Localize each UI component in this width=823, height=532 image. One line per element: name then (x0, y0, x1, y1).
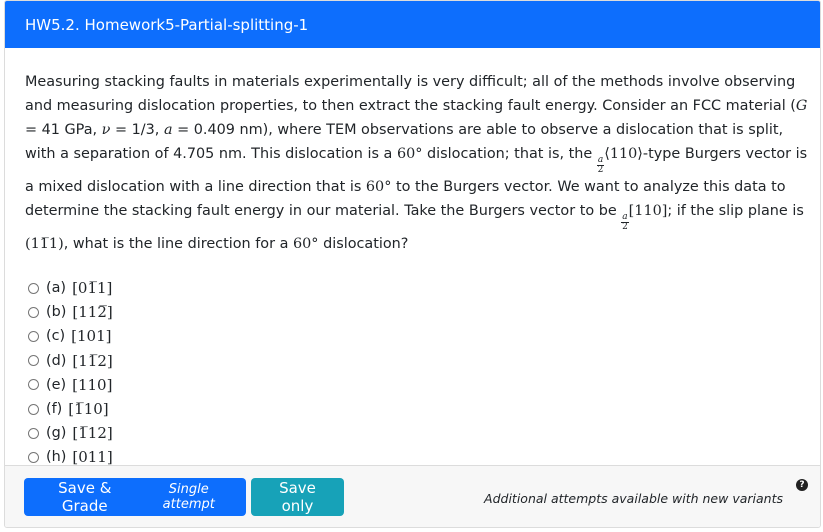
option-value: [011] (72, 448, 113, 467)
question-prompt: Measuring stacking faults in materials e… (25, 70, 810, 256)
lattice-parameter-symbol: a (163, 122, 173, 138)
radio-button[interactable] (28, 330, 39, 342)
slip-plane: (11̅1) (25, 236, 64, 252)
option-label: (d) (46, 352, 67, 369)
option-value: [1̅12] (72, 424, 113, 443)
help-icon[interactable]: ? (796, 479, 808, 491)
prompt-text: dislocation; that is, the (422, 146, 597, 162)
option-label: (e) (46, 376, 67, 393)
option-f[interactable]: (f) [1̅10] (25, 397, 800, 421)
radio-button[interactable] (28, 403, 39, 415)
save-only-label: Save only (279, 478, 316, 515)
fraction-a-over-2: a2 (621, 213, 629, 232)
question-card: HW5.2. Homework5-Partial-splitting-1 Mea… (4, 0, 821, 528)
prompt-text: Measuring stacking faults in materials e… (25, 74, 796, 114)
option-d[interactable]: (d) [11̅2] (25, 349, 800, 373)
prompt-text: , what is the line direction for a (63, 236, 293, 252)
radio-button[interactable] (28, 427, 39, 439)
radio-button[interactable] (28, 282, 39, 294)
question-footer: Save & Grade Single attempt Save only Ad… (5, 465, 820, 527)
question-body: Measuring stacking faults in materials e… (5, 48, 820, 470)
single-attempt-label: Single attempt (162, 481, 215, 512)
prompt-text: ; if the slip plane is (667, 203, 804, 219)
option-value: [01̅1] (72, 279, 113, 298)
question-header: HW5.2. Homework5-Partial-splitting-1 (5, 1, 820, 48)
radio-button[interactable] (28, 355, 39, 367)
save-only-button[interactable]: Save only (251, 477, 344, 516)
option-label: (f) (46, 401, 63, 418)
option-a[interactable]: (a) [01̅1] (25, 276, 800, 300)
burgers-vector: [110] (628, 203, 668, 219)
prompt-text: = 41 GPa, (25, 122, 102, 138)
option-c[interactable]: (c) [101] (25, 324, 800, 348)
option-value: [101] (71, 327, 112, 346)
option-label: (h) (46, 449, 67, 466)
option-label: (b) (46, 304, 67, 321)
answer-options: (a) [01̅1] (b) [112̅] (c) [101] (d) [11̅2] (… (25, 276, 800, 470)
angle-value: 60° (396, 146, 423, 162)
question-title: HW5.2. Homework5-Partial-splitting-1 (25, 15, 309, 34)
fraction-denominator: 2 (597, 165, 604, 175)
radio-button[interactable] (28, 379, 39, 391)
angle-value: 60° (365, 179, 392, 195)
radio-button[interactable] (28, 451, 39, 463)
option-value: [1̅10] (68, 400, 109, 419)
option-value: [110] (72, 375, 113, 394)
option-label: (g) (46, 425, 67, 442)
fraction-denominator: 2 (622, 222, 628, 232)
option-label: (a) (46, 280, 67, 297)
option-label: (c) (46, 328, 66, 345)
angle-value: 60° (292, 236, 319, 252)
option-b[interactable]: (b) [112̅] (25, 300, 800, 324)
option-e[interactable]: (e) [110] (25, 373, 800, 397)
shear-modulus-symbol: G (795, 98, 808, 114)
save-grade-button[interactable]: Save & Grade Single attempt (24, 477, 246, 516)
attempts-note: Additional attempts available with new v… (484, 491, 783, 506)
save-grade-label: Save & Grade (58, 478, 112, 515)
option-value: [11̅2] (72, 351, 113, 370)
option-value: [112̅] (72, 303, 113, 322)
prompt-text: dislocation? (318, 236, 409, 252)
prompt-text: = 1/3, (110, 122, 164, 138)
option-g[interactable]: (g) [1̅12] (25, 421, 800, 445)
burgers-family: ⟨110⟩ (604, 146, 643, 162)
radio-button[interactable] (28, 306, 39, 318)
